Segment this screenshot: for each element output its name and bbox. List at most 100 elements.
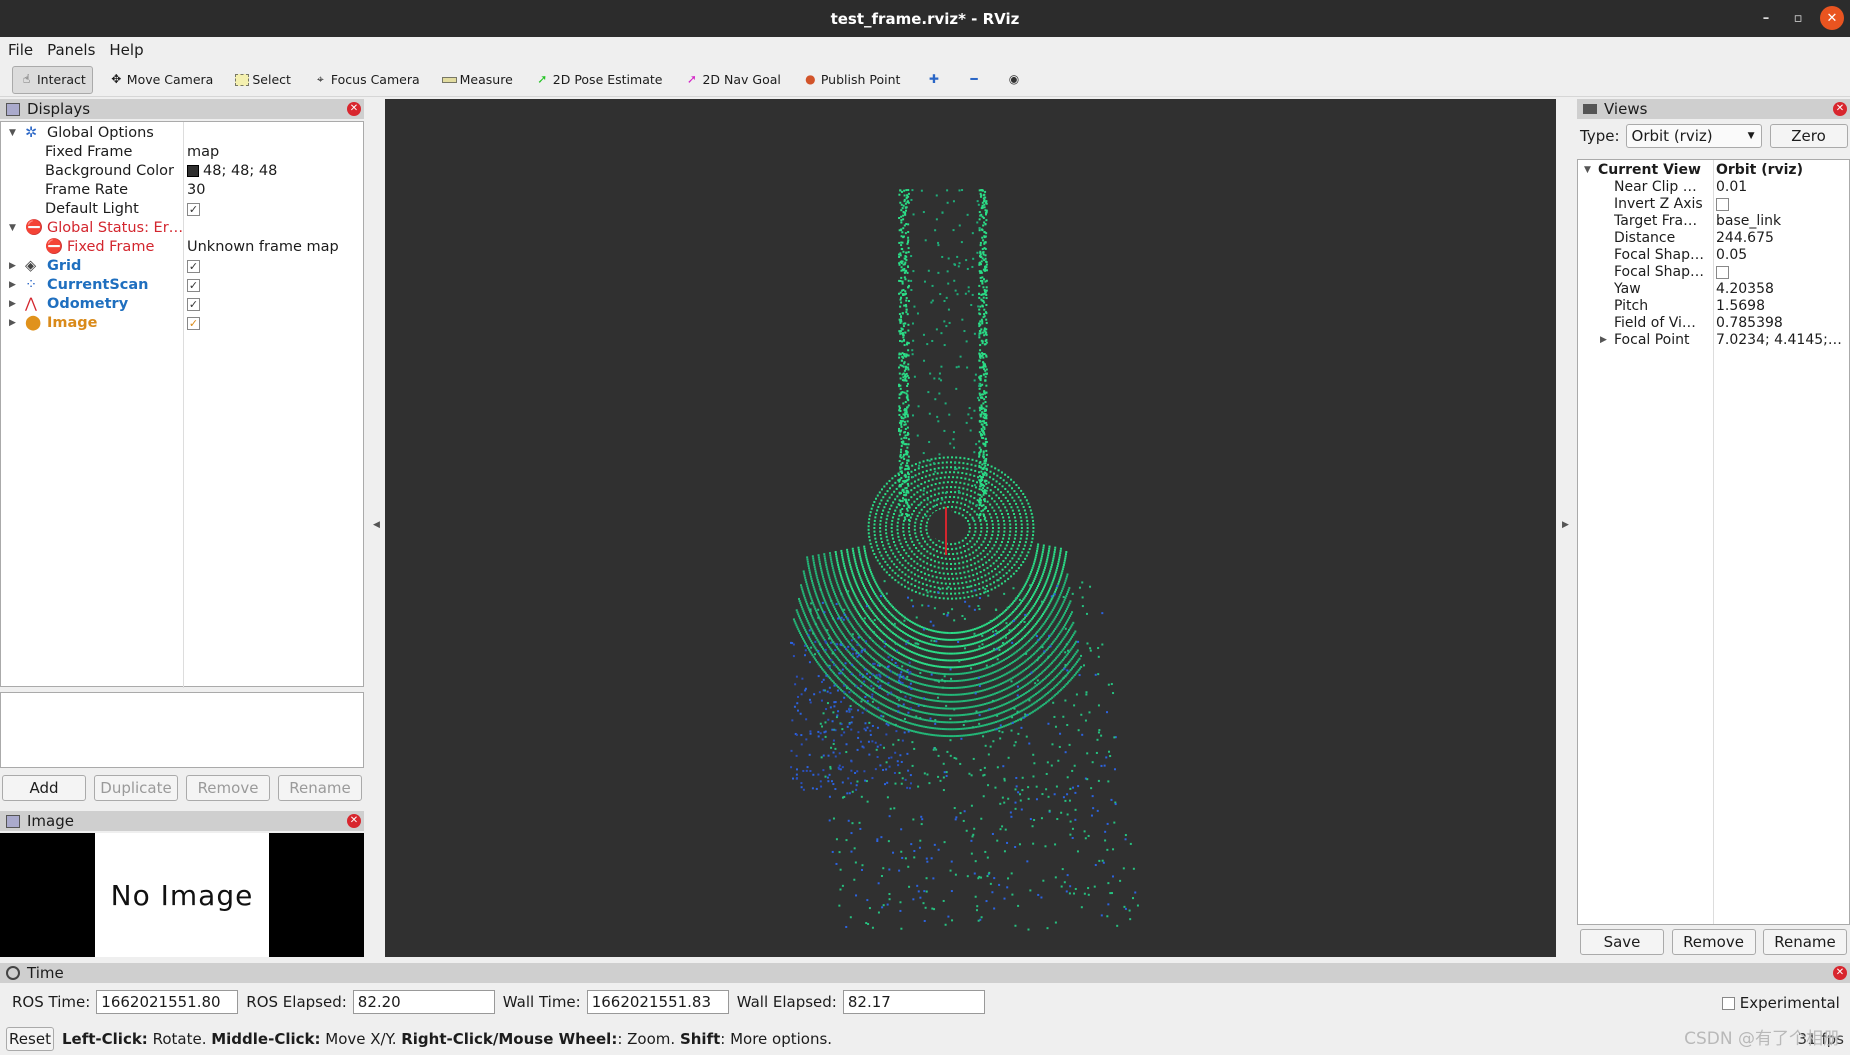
close-icon[interactable]: ✕ [347, 102, 361, 116]
experimental-toggle[interactable]: Experimental [1722, 994, 1840, 1012]
tree-row-global-options[interactable]: ▼ ✲ Global Options [1, 124, 363, 143]
prop-value[interactable]: 4.20358 [1716, 281, 1846, 298]
prop-value[interactable]: 0.785398 [1716, 315, 1846, 332]
tree-row-grid[interactable]: ▶ ◈ Grid ✓ [1, 257, 363, 276]
default-light-checkbox[interactable]: ✓ [187, 202, 200, 216]
fixed-frame-value[interactable]: map [187, 143, 219, 162]
odometry-checkbox[interactable]: ✓ [187, 297, 200, 311]
prop-label: Yaw [1614, 281, 1641, 297]
focus-camera-tool-button[interactable]: ⌖ Focus Camera [307, 66, 426, 94]
zero-view-button[interactable]: Zero [1769, 124, 1848, 148]
collapsed-arrow-icon[interactable]: ▶ [1600, 332, 1607, 349]
tree-row-frame-rate[interactable]: Frame Rate 30 [1, 181, 363, 200]
tree-row-image[interactable]: ▶ ⬤ Image ✓ [1, 314, 363, 333]
view-prop-yaw[interactable]: Yaw 4.20358 [1578, 281, 1849, 298]
tool-label: 2D Nav Goal [702, 72, 781, 87]
tree-row-current-view[interactable]: ▼ Current View Orbit (rviz) [1578, 162, 1849, 179]
nav-goal-tool-button[interactable]: ➚ 2D Nav Goal [678, 66, 786, 94]
expand-arrow-icon[interactable]: ▼ [9, 124, 16, 143]
duplicate-display-button[interactable]: Duplicate [94, 775, 178, 801]
add-display-button[interactable]: Add [2, 775, 86, 801]
experimental-label: Experimental [1739, 994, 1840, 1012]
view-prop-pitch[interactable]: Pitch 1.5698 [1578, 298, 1849, 315]
reset-button[interactable]: Reset [6, 1027, 54, 1051]
right-splitter-handle-icon[interactable]: ▶ [1562, 520, 1569, 530]
rename-view-button[interactable]: Rename [1763, 929, 1847, 955]
tree-row-odometry[interactable]: ▶ ⋀ Odometry ✓ [1, 295, 363, 314]
select-tool-button[interactable]: Select [229, 66, 297, 94]
focus-camera-icon: ⌖ [317, 72, 324, 86]
save-view-button[interactable]: Save [1580, 929, 1664, 955]
publish-point-tool-button[interactable]: ● Publish Point [797, 66, 907, 94]
remove-display-button[interactable]: Remove [186, 775, 270, 801]
rename-display-button[interactable]: Rename [278, 775, 362, 801]
remove-view-button[interactable]: Remove [1671, 929, 1756, 955]
wall-elapsed-field[interactable]: 82.17 [842, 990, 985, 1014]
frame-rate-value[interactable]: 30 [187, 181, 205, 200]
close-icon[interactable]: ✕ [347, 814, 361, 828]
view-prop-target-frame[interactable]: Target Fra… base_link [1578, 213, 1849, 230]
add-tool-button[interactable]: ✚ [920, 66, 950, 94]
render-viewport[interactable] [385, 99, 1556, 957]
view-prop-focal-point[interactable]: ▶ Focal Point 7.0234; 4.4145; -… [1578, 332, 1849, 349]
view-prop-distance[interactable]: Distance 244.675 [1578, 230, 1849, 247]
view-prop-invert-z[interactable]: Invert Z Axis [1578, 196, 1849, 213]
close-icon[interactable]: ✕ [1833, 966, 1847, 980]
menu-file[interactable]: File [8, 41, 33, 59]
window-title: test_frame.rviz* - RViz [830, 9, 1020, 28]
global-status-label: Global Status: Er… [47, 220, 184, 236]
collapsed-arrow-icon[interactable]: ▶ [9, 314, 16, 333]
left-splitter-handle-icon[interactable]: ◀ [373, 520, 380, 530]
invert-z-checkbox[interactable] [1716, 197, 1729, 211]
background-color-value[interactable]: 48; 48; 48 [187, 162, 277, 181]
focal-shape-checkbox[interactable] [1716, 265, 1729, 279]
interact-tool-button[interactable]: ☝ Interact [12, 65, 93, 94]
remove-tool-button[interactable]: ━ [960, 66, 990, 94]
prop-value[interactable]: 1.5698 [1716, 298, 1846, 315]
tree-row-global-status[interactable]: ▼ ⛔ Global Status: Er… [1, 219, 363, 238]
tree-row-current-scan[interactable]: ▶ ⁘ CurrentScan ✓ [1, 276, 363, 295]
expand-arrow-icon[interactable]: ▼ [1584, 162, 1591, 179]
tree-row-status-fixed-frame[interactable]: ⛔ Fixed Frame Unknown frame map [1, 238, 363, 257]
view-type-select[interactable]: Orbit (rviz) ▼ [1625, 124, 1762, 148]
image-checkbox[interactable]: ✓ [187, 316, 200, 330]
view-prop-fov[interactable]: Field of Vi… 0.785398 [1578, 315, 1849, 332]
status-hint-row: Reset Left-Click: Rotate. Middle-Click: … [0, 1026, 1850, 1052]
collapsed-arrow-icon[interactable]: ▶ [9, 257, 16, 276]
tree-row-fixed-frame[interactable]: Fixed Frame map [1, 143, 363, 162]
view-prop-near-clip[interactable]: Near Clip … 0.01 [1578, 179, 1849, 196]
move-camera-tool-button[interactable]: ✥ Move Camera [103, 66, 220, 94]
measure-tool-button[interactable]: Measure [436, 66, 519, 94]
prop-value[interactable]: 0.01 [1716, 179, 1846, 196]
maximize-button[interactable]: ▫ [1786, 6, 1810, 30]
current-scan-checkbox[interactable]: ✓ [187, 278, 200, 292]
time-panel: Time ✕ ROS Time: 1662021551.80 ROS Elaps… [0, 963, 1850, 1055]
ros-time-field[interactable]: 1662021551.80 [96, 990, 239, 1014]
expand-arrow-icon[interactable]: ▼ [9, 219, 16, 238]
collapsed-arrow-icon[interactable]: ▶ [9, 276, 16, 295]
tree-row-default-light[interactable]: Default Light ✓ [1, 200, 363, 219]
view-prop-focal-shape-size[interactable]: Focal Shap… 0.05 [1578, 247, 1849, 264]
pose-estimate-tool-button[interactable]: ➚ 2D Pose Estimate [529, 66, 669, 94]
displays-title: Displays [27, 100, 91, 118]
tool-properties-button[interactable]: ◉ [1000, 66, 1030, 94]
minimize-button[interactable]: – [1754, 6, 1778, 30]
view-prop-focal-shape-fixed[interactable]: Focal Shap… [1578, 264, 1849, 281]
prop-value[interactable]: base_link [1716, 213, 1846, 230]
close-window-button[interactable]: ✕ [1820, 6, 1844, 30]
close-icon[interactable]: ✕ [1833, 102, 1847, 116]
experimental-checkbox[interactable] [1722, 997, 1735, 1010]
prop-value[interactable]: 244.675 [1716, 230, 1846, 247]
collapsed-arrow-icon[interactable]: ▶ [9, 295, 16, 314]
warning-icon: ⬤ [25, 315, 42, 331]
ros-elapsed-field[interactable]: 82.20 [352, 990, 495, 1014]
prop-value[interactable]: 7.0234; 4.4145; -… [1716, 332, 1846, 349]
prop-value[interactable]: 0.05 [1716, 247, 1846, 264]
grid-checkbox[interactable]: ✓ [187, 259, 200, 273]
menu-panels[interactable]: Panels [47, 41, 95, 59]
view-type-value: Orbit (rviz) [1631, 127, 1713, 145]
prop-label: Pitch [1614, 298, 1649, 314]
tree-row-background-color[interactable]: Background Color 48; 48; 48 [1, 162, 363, 181]
menu-help[interactable]: Help [109, 41, 143, 59]
wall-time-field[interactable]: 1662021551.83 [586, 990, 729, 1014]
